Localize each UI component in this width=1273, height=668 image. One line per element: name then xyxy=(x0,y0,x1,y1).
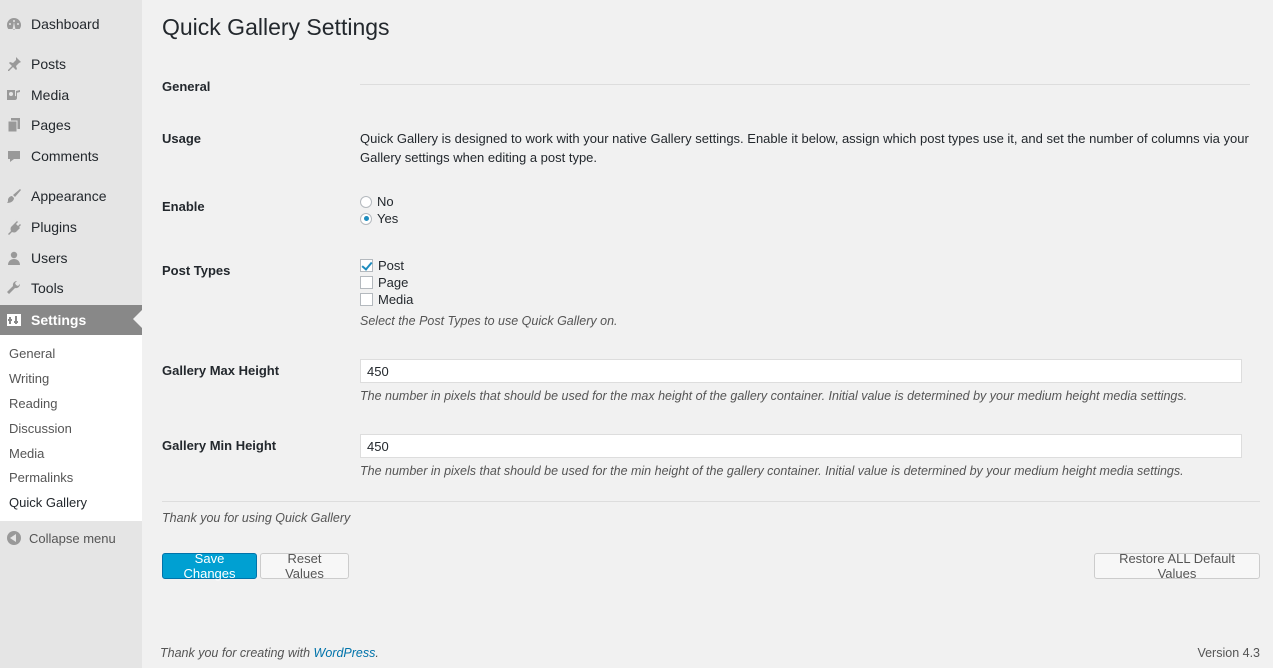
section-divider xyxy=(360,84,1250,85)
pin-icon xyxy=(6,56,22,72)
menu-item-label: Users xyxy=(31,250,68,266)
max-height-note: The number in pixels that should be used… xyxy=(360,389,1188,403)
admin-sidebar: Dashboard Posts Media Pages Comments App… xyxy=(0,0,142,668)
collapse-menu-button[interactable]: Collapse menu xyxy=(0,527,142,549)
submenu-item-media[interactable]: Media xyxy=(9,446,44,461)
form-divider xyxy=(162,501,1260,502)
menu-item-posts[interactable]: Posts xyxy=(0,50,142,78)
radio-no-label: No xyxy=(377,194,394,209)
min-height-label: Gallery Min Height xyxy=(162,438,277,453)
comment-icon xyxy=(6,148,22,164)
media-icon xyxy=(6,87,22,103)
radio-no[interactable] xyxy=(360,195,372,208)
user-icon xyxy=(6,250,22,266)
usage-label: Usage xyxy=(162,131,202,146)
checkbox-post-label: Post xyxy=(378,258,405,273)
menu-item-label: Comments xyxy=(31,148,99,164)
enable-radio-yes[interactable]: Yes xyxy=(360,210,398,227)
menu-item-label: Pages xyxy=(31,117,71,133)
version-text: Version 4.3 xyxy=(1197,646,1260,660)
post-types-label: Post Types xyxy=(162,263,231,278)
wordpress-link[interactable]: WordPress xyxy=(314,646,376,660)
submenu-item-discussion[interactable]: Discussion xyxy=(9,421,72,436)
restore-defaults-button[interactable]: Restore ALL Default Values xyxy=(1094,551,1260,581)
save-changes-button[interactable]: Save Changes xyxy=(162,551,257,581)
menu-item-appearance[interactable]: Appearance xyxy=(0,182,142,210)
menu-item-plugins[interactable]: Plugins xyxy=(0,213,142,241)
checkbox-media[interactable] xyxy=(360,293,373,306)
menu-item-label: Plugins xyxy=(31,219,77,235)
thanks-text: Thank you for using Quick Gallery xyxy=(162,511,351,525)
menu-item-label: Tools xyxy=(31,280,64,296)
post-type-media[interactable]: Media xyxy=(360,291,413,308)
usage-description: Quick Gallery is designed to work with y… xyxy=(360,131,1249,165)
checkbox-media-label: Media xyxy=(378,292,414,307)
post-type-post[interactable]: Post xyxy=(360,257,404,274)
submenu-item-reading[interactable]: Reading xyxy=(9,396,57,411)
min-height-input[interactable] xyxy=(360,434,1242,458)
radio-yes[interactable] xyxy=(360,212,372,225)
dashboard-icon xyxy=(6,16,22,32)
brush-icon xyxy=(6,188,22,204)
menu-item-label: Posts xyxy=(31,56,67,72)
menu-item-media[interactable]: Media xyxy=(0,81,142,109)
submenu-item-general[interactable]: General xyxy=(9,346,55,361)
menu-item-dashboard[interactable]: Dashboard xyxy=(0,10,142,38)
enable-label: Enable xyxy=(162,199,205,214)
page-title: Quick Gallery Settings xyxy=(162,14,390,40)
menu-item-pages[interactable]: Pages xyxy=(0,111,142,139)
settings-icon xyxy=(6,312,22,328)
menu-item-settings[interactable]: Settings xyxy=(0,305,142,335)
max-height-label: Gallery Max Height xyxy=(162,363,280,378)
submenu-item-permalinks[interactable]: Permalinks xyxy=(9,470,73,485)
footer-credit-text: Thank you for creating with xyxy=(160,646,314,660)
collapse-arrow-icon xyxy=(7,531,21,545)
menu-item-label: Dashboard xyxy=(31,16,100,32)
collapse-menu-label: Collapse menu xyxy=(29,530,116,546)
menu-item-tools[interactable]: Tools xyxy=(0,274,142,302)
checkbox-post[interactable] xyxy=(360,259,373,272)
footer-credit: Thank you for creating with WordPress. xyxy=(160,646,379,660)
general-section-label: General xyxy=(162,79,211,94)
submenu-item-writing[interactable]: Writing xyxy=(9,371,49,386)
checkbox-page[interactable] xyxy=(360,276,373,289)
min-height-note: The number in pixels that should be used… xyxy=(360,464,1184,478)
menu-item-users[interactable]: Users xyxy=(0,244,142,272)
menu-item-comments[interactable]: Comments xyxy=(0,142,142,170)
post-types-note: Select the Post Types to use Quick Galle… xyxy=(360,314,618,328)
reset-values-button[interactable]: Reset Values xyxy=(260,551,349,581)
menu-item-label: Appearance xyxy=(31,188,107,204)
radio-yes-label: Yes xyxy=(377,211,399,226)
menu-item-label: Settings xyxy=(31,312,87,328)
submenu-item-quick-gallery[interactable]: Quick Gallery xyxy=(9,495,87,510)
enable-radio-no[interactable]: No xyxy=(360,193,394,210)
pages-icon xyxy=(6,117,22,133)
post-type-page[interactable]: Page xyxy=(360,274,408,291)
wrench-icon xyxy=(6,280,22,296)
plugin-icon xyxy=(6,219,22,235)
footer-credit-suffix: . xyxy=(375,646,379,660)
checkbox-page-label: Page xyxy=(378,275,409,290)
menu-item-label: Media xyxy=(31,87,70,103)
max-height-input[interactable] xyxy=(360,359,1242,383)
settings-submenu: General Writing Reading Discussion Media… xyxy=(0,335,142,521)
